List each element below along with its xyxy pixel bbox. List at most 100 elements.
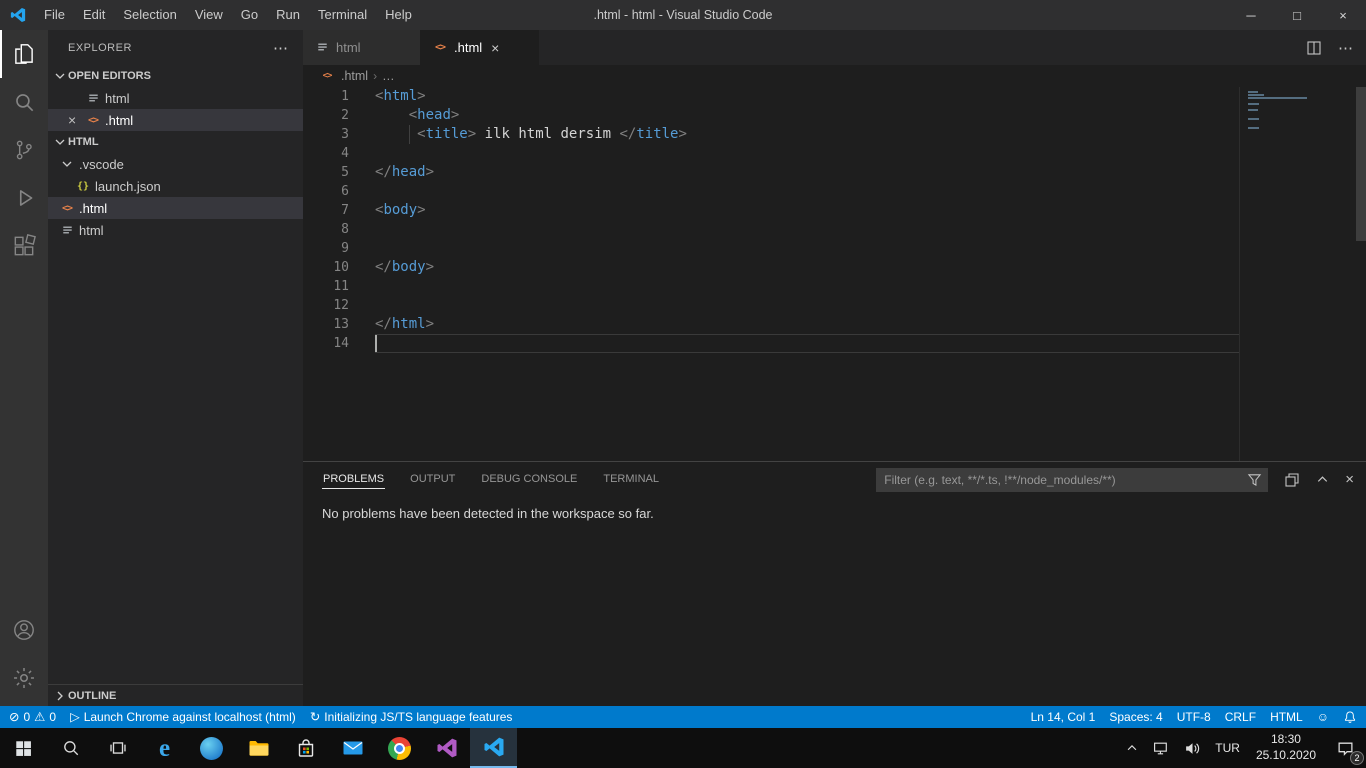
menu-view[interactable]: View: [186, 0, 232, 30]
activity-manage[interactable]: [0, 654, 48, 702]
code-editor[interactable]: 1<html>2 <head>3 <title> ilk html dersim…: [303, 87, 1366, 461]
panel-tab-terminal[interactable]: TERMINAL: [602, 470, 660, 489]
code-line-13[interactable]: 13</html>: [303, 315, 1239, 334]
taskbar-app-mail[interactable]: [329, 728, 376, 768]
line-number: 6: [303, 182, 375, 201]
cursor-position[interactable]: Ln 14, Col 1: [1024, 706, 1103, 728]
code-line-9[interactable]: 9: [303, 239, 1239, 258]
workspace-header[interactable]: HTML: [48, 131, 303, 153]
filter-icon[interactable]: [1247, 472, 1262, 487]
launch-label: Launch Chrome against localhost (html): [84, 710, 296, 724]
activity-explorer[interactable]: [0, 30, 48, 78]
code-line-10[interactable]: 10</body>: [303, 258, 1239, 277]
panel-tab-debug-console[interactable]: DEBUG CONSOLE: [480, 470, 578, 489]
minimize-button[interactable]: ─: [1228, 0, 1274, 30]
code-line-12[interactable]: 12: [303, 296, 1239, 315]
code-line-7[interactable]: 7<body>: [303, 201, 1239, 220]
language-mode-status[interactable]: HTML: [1263, 706, 1310, 728]
breadcrumb-file[interactable]: .html: [341, 69, 368, 83]
html-file-icon: <>: [84, 115, 102, 126]
open-in-editor-icon[interactable]: [1284, 472, 1300, 488]
code-line-6[interactable]: 6: [303, 182, 1239, 201]
code-line-3[interactable]: 3 <title> ilk html dersim </title>: [303, 125, 1239, 144]
vscode-logo-icon: [9, 6, 27, 24]
task-view-button[interactable]: [94, 728, 141, 768]
taskbar-app-store[interactable]: [282, 728, 329, 768]
indentation-status[interactable]: Spaces: 4: [1102, 706, 1169, 728]
more-actions-icon[interactable]: ⋯: [273, 39, 289, 57]
taskbar-app-vscode[interactable]: [470, 728, 517, 768]
tree-item-html[interactable]: html: [48, 219, 303, 241]
sidebar-explorer: EXPLORER ⋯ OPEN EDITORS html×<>.html HTM…: [48, 30, 303, 706]
editor-tab-html[interactable]: html: [303, 30, 421, 65]
open-editors-list: html ×<>.html: [48, 87, 303, 131]
tree-item-html[interactable]: <>.html: [48, 197, 303, 219]
notifications-bell-icon[interactable]: [1336, 706, 1364, 728]
close-window-button[interactable]: ×: [1320, 0, 1366, 30]
action-center-button[interactable]: 2: [1325, 728, 1366, 768]
menu-go[interactable]: Go: [232, 0, 267, 30]
activity-run-and-debug[interactable]: [0, 174, 48, 222]
panel-tab-problems[interactable]: PROBLEMS: [322, 470, 385, 489]
taskbar-app-chrome[interactable]: [376, 728, 423, 768]
more-actions-icon[interactable]: ⋯: [1338, 39, 1354, 57]
code-line-1[interactable]: 1<html>: [303, 87, 1239, 106]
code-line-14[interactable]: 14: [303, 334, 1239, 353]
breadcrumb-more[interactable]: …: [382, 69, 395, 83]
editor-tab-html[interactable]: <>.html×: [421, 30, 539, 65]
activity-extensions[interactable]: [0, 222, 48, 270]
activity-accounts[interactable]: [0, 606, 48, 654]
taskbar-clock[interactable]: 18:30 25.10.2020: [1247, 728, 1325, 768]
line-content: </head>: [375, 163, 434, 182]
maximize-button[interactable]: □: [1274, 0, 1320, 30]
open-editor-html[interactable]: html: [48, 87, 303, 109]
language-features-status[interactable]: ↻ Initializing JS/TS language features: [303, 706, 520, 728]
taskbar-search-button[interactable]: [47, 728, 94, 768]
panel-tab-output[interactable]: OUTPUT: [409, 470, 456, 489]
activity-source-control[interactable]: [0, 126, 48, 174]
taskbar-app-edge[interactable]: e: [141, 728, 188, 768]
open-editors-label: OPEN EDITORS: [68, 70, 151, 82]
initializing-label: Initializing JS/TS language features: [324, 710, 512, 724]
outline-section-header[interactable]: OUTLINE: [48, 684, 303, 706]
tray-chevron-up-icon[interactable]: [1118, 728, 1146, 768]
network-icon[interactable]: [1146, 728, 1177, 768]
code-line-4[interactable]: 4: [303, 144, 1239, 163]
maximize-panel-icon[interactable]: [1315, 472, 1330, 487]
file-label: html: [105, 91, 130, 106]
code-line-5[interactable]: 5</head>: [303, 163, 1239, 182]
menu-terminal[interactable]: Terminal: [309, 0, 376, 30]
code-line-8[interactable]: 8: [303, 220, 1239, 239]
open-editor-html[interactable]: ×<>.html: [48, 109, 303, 131]
encoding-status[interactable]: UTF-8: [1170, 706, 1218, 728]
code-line-2[interactable]: 2 <head>: [303, 106, 1239, 125]
close-panel-icon[interactable]: ×: [1345, 471, 1354, 488]
taskbar-app-visual-studio[interactable]: [423, 728, 470, 768]
editor-scrollbar[interactable]: [1356, 87, 1366, 241]
code-line-11[interactable]: 11: [303, 277, 1239, 296]
language-indicator[interactable]: TUR: [1208, 728, 1247, 768]
open-editors-header[interactable]: OPEN EDITORS: [48, 65, 303, 87]
launch-status[interactable]: ▷ Launch Chrome against localhost (html): [63, 706, 303, 728]
taskbar-app-browser[interactable]: [188, 728, 235, 768]
menu-help[interactable]: Help: [376, 0, 421, 30]
tree-item-vscode[interactable]: .vscode: [48, 153, 303, 175]
split-editor-icon[interactable]: [1306, 40, 1322, 56]
menu-run[interactable]: Run: [267, 0, 309, 30]
menu-edit[interactable]: Edit: [74, 0, 114, 30]
problems-status[interactable]: ⊘ 0 ⚠ 0: [2, 706, 63, 728]
feedback-icon[interactable]: ☺: [1310, 706, 1336, 728]
tree-item-launch-json[interactable]: {}launch.json: [48, 175, 303, 197]
filter-input[interactable]: [884, 473, 1247, 487]
close-icon[interactable]: ×: [487, 40, 503, 56]
start-button[interactable]: [0, 728, 47, 768]
menu-selection[interactable]: Selection: [114, 0, 185, 30]
eol-status[interactable]: CRLF: [1218, 706, 1263, 728]
minimap[interactable]: [1239, 87, 1356, 461]
taskbar-app-file-explorer[interactable]: [235, 728, 282, 768]
activity-search[interactable]: [0, 78, 48, 126]
line-number: 2: [303, 106, 375, 125]
volume-icon[interactable]: [1177, 728, 1208, 768]
menu-file[interactable]: File: [35, 0, 74, 30]
close-icon[interactable]: ×: [68, 112, 84, 128]
